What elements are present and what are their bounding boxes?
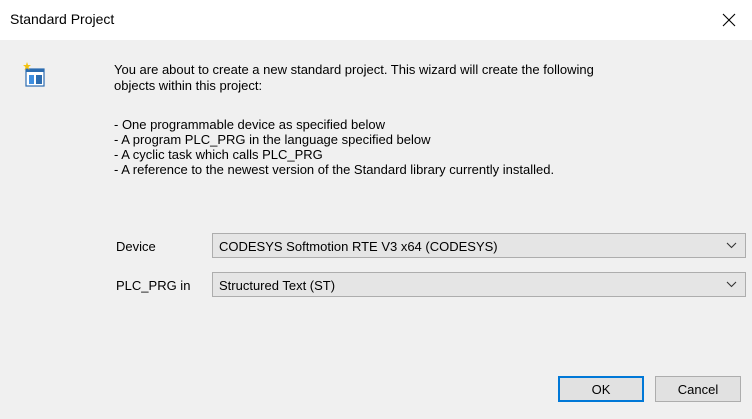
dialog-title: Standard Project xyxy=(10,11,115,27)
device-label: Device xyxy=(116,239,156,254)
title-bar: Standard Project xyxy=(0,0,752,40)
cancel-button[interactable]: Cancel xyxy=(655,376,741,402)
intro-text: You are about to create a new standard p… xyxy=(114,62,734,94)
bullet-item: - One programmable device as specified b… xyxy=(114,117,385,132)
language-select[interactable]: Structured Text (ST) xyxy=(212,272,746,297)
device-select-value: CODESYS Softmotion RTE V3 x64 (CODESYS) xyxy=(219,239,498,254)
bullet-item: - A cyclic task which calls PLC_PRG xyxy=(114,147,323,162)
chevron-down-icon xyxy=(726,281,737,288)
bullet-item: - A program PLC_PRG in the language spec… xyxy=(114,132,431,147)
device-select[interactable]: CODESYS Softmotion RTE V3 x64 (CODESYS) xyxy=(212,233,746,258)
intro-line: You are about to create a new standard p… xyxy=(114,62,594,77)
language-select-value: Structured Text (ST) xyxy=(219,278,336,293)
new-project-icon xyxy=(23,62,45,87)
standard-project-dialog: Standard Project You are about to create… xyxy=(0,0,752,419)
close-button[interactable] xyxy=(706,0,752,40)
language-label: PLC_PRG in xyxy=(116,278,191,293)
close-icon xyxy=(722,13,736,27)
bullet-list: - One programmable device as specified b… xyxy=(114,117,554,177)
chevron-down-icon xyxy=(726,242,737,249)
bullet-item: - A reference to the newest version of t… xyxy=(114,162,555,177)
ok-button[interactable]: OK xyxy=(558,376,644,402)
intro-line: objects within this project: xyxy=(114,78,263,93)
